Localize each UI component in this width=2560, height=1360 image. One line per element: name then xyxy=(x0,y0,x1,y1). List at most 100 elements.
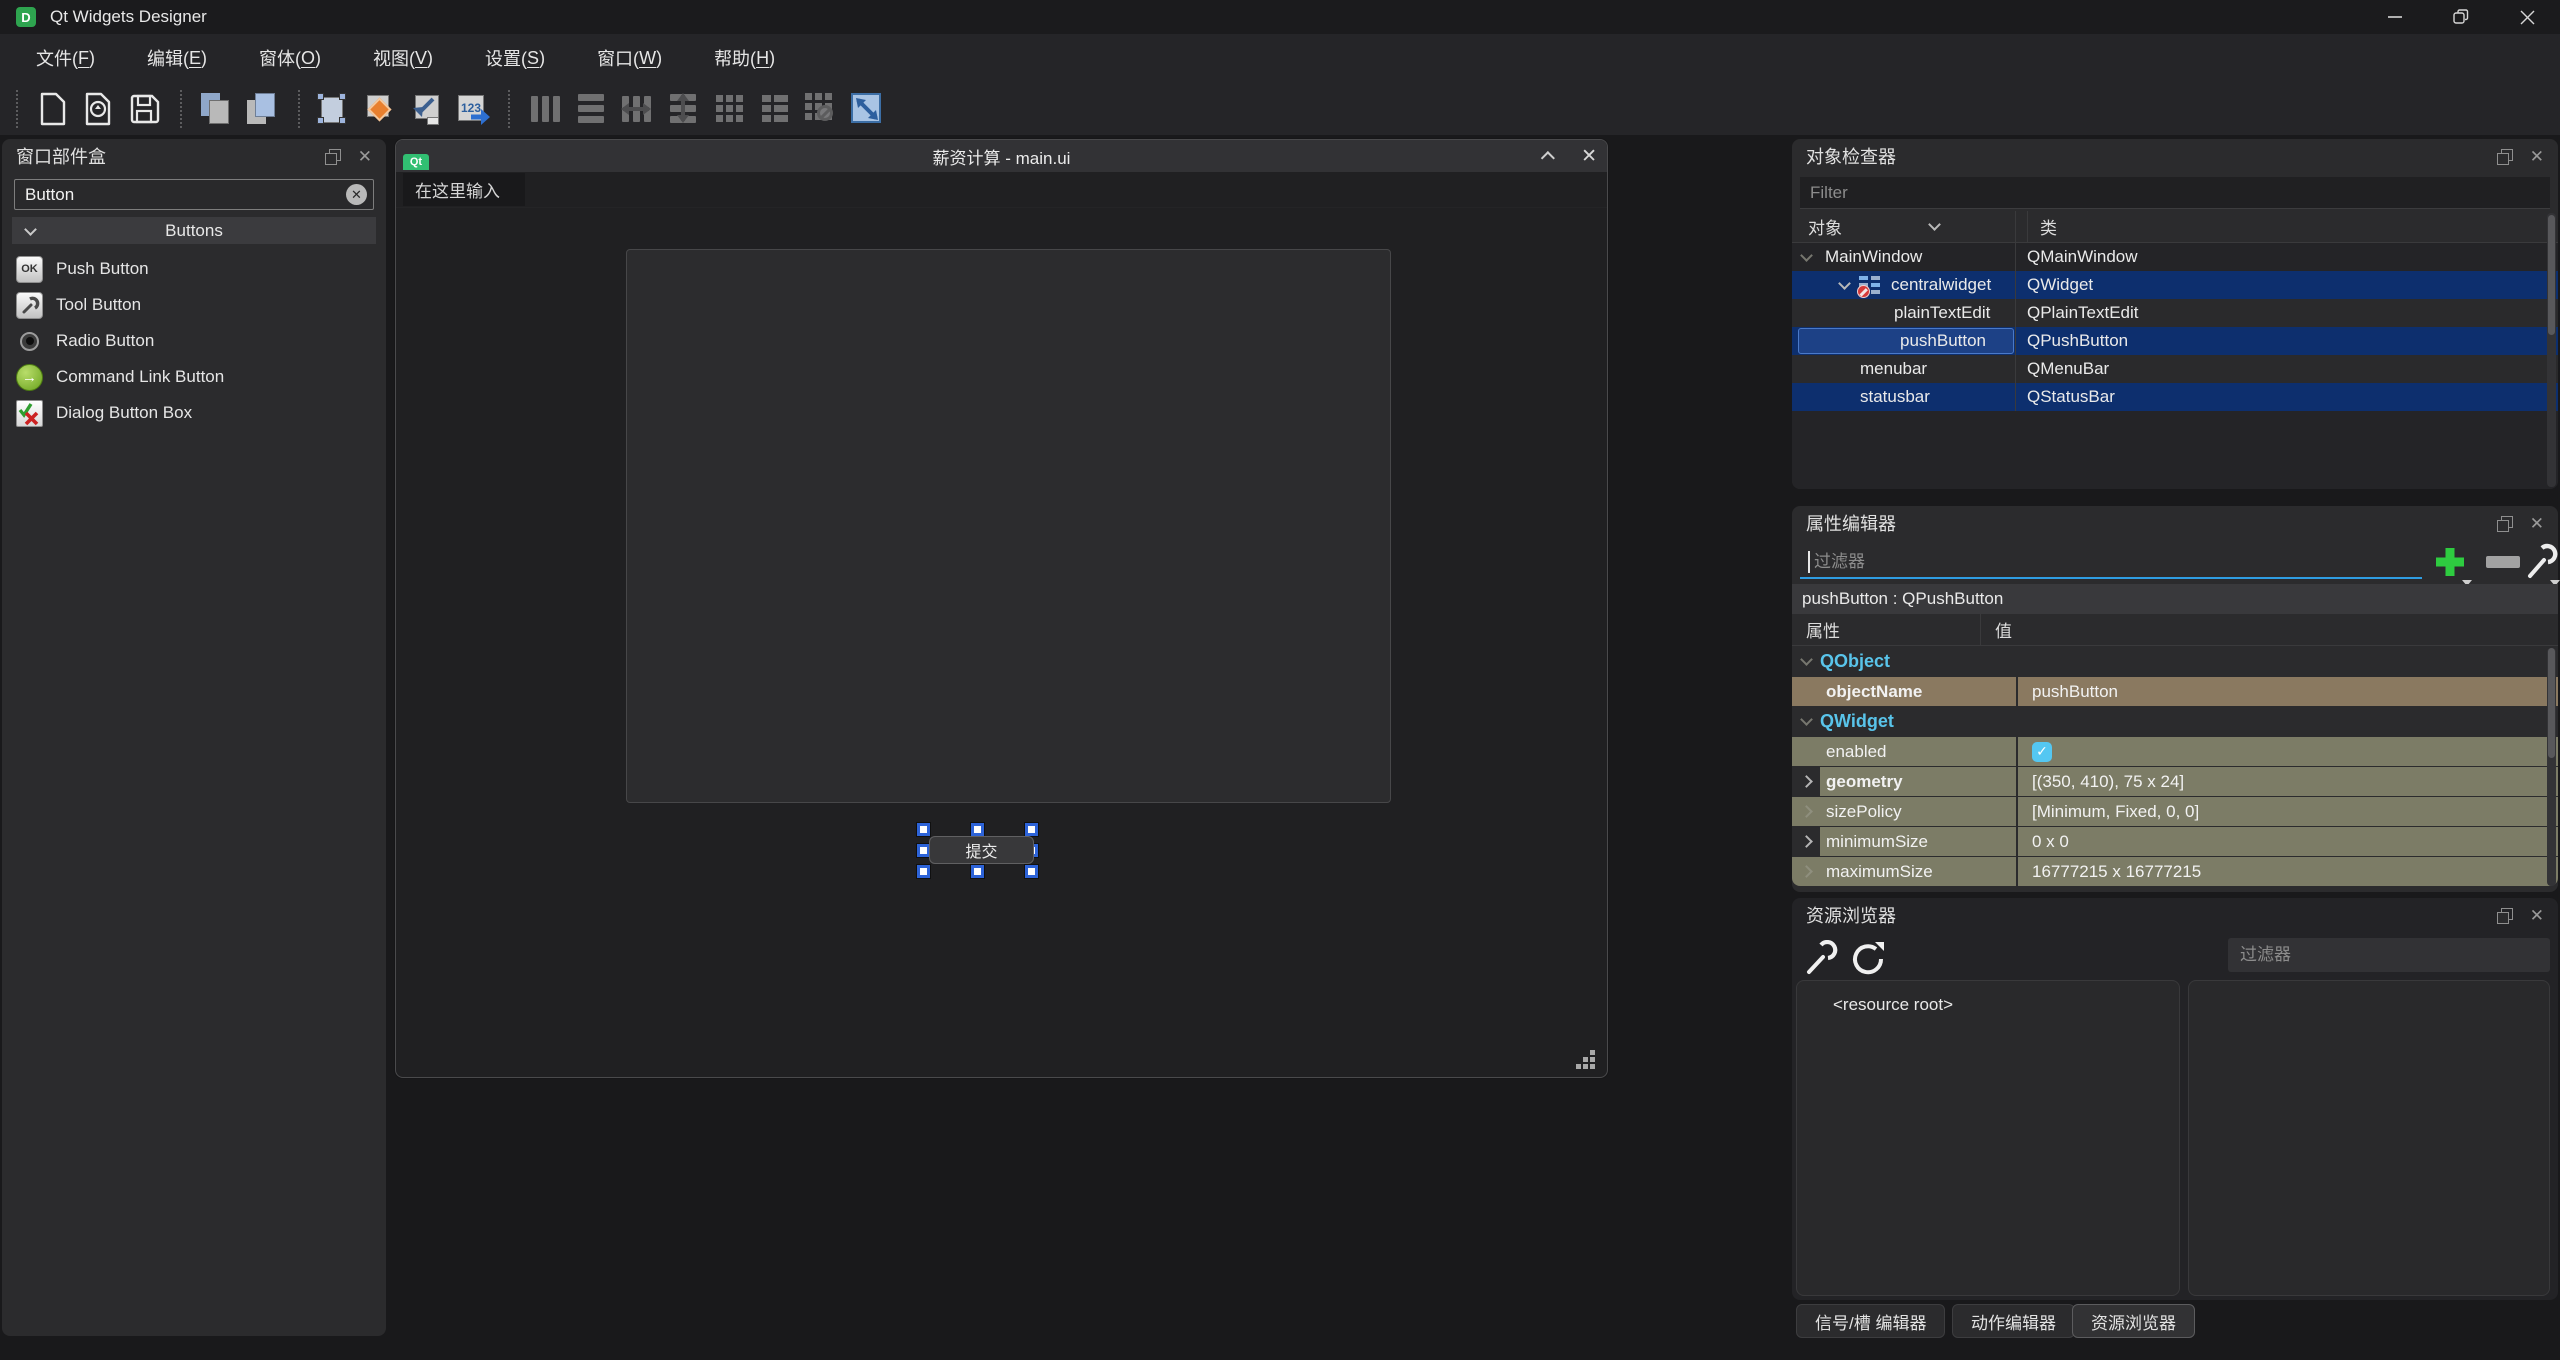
property-row-objectname[interactable]: objectName pushButton xyxy=(1792,676,2558,706)
add-property-button[interactable] xyxy=(2432,544,2472,584)
menu-view[interactable]: 视图(V) xyxy=(347,34,459,82)
form-title-bar[interactable]: Qt 薪资计算 - main.ui ✕ xyxy=(396,140,1607,172)
open-form-icon[interactable] xyxy=(76,87,122,131)
tree-row-plaintextedit[interactable]: plainTextEdit QPlainTextEdit xyxy=(1792,299,2558,327)
splitter-horizontal-icon[interactable] xyxy=(614,87,660,131)
property-settings-wrench-icon[interactable] xyxy=(2524,542,2558,580)
menu-form[interactable]: 窗体(O) xyxy=(233,34,347,82)
tree-row-menubar[interactable]: menubar QMenuBar xyxy=(1792,355,2558,383)
resize-handle-nw[interactable] xyxy=(917,823,930,836)
property-row-geometry[interactable]: geometry [(350, 410), 75 x 24] xyxy=(1792,766,2558,796)
enabled-checkbox[interactable]: ✓ xyxy=(2032,742,2052,762)
resize-handle-n[interactable] xyxy=(971,823,984,836)
resource-filter-input[interactable] xyxy=(2228,945,2550,965)
property-value: 0 x 0 xyxy=(2016,827,2558,856)
float-panel-icon[interactable] xyxy=(2497,908,2512,923)
inspector-scrollbar[interactable] xyxy=(2547,213,2556,487)
menu-file[interactable]: 文件(F) xyxy=(10,34,121,82)
property-row-maximumsize[interactable]: maximumSize 16777215 x 16777215 xyxy=(1792,856,2558,886)
tree-row-mainwindow[interactable]: MainWindow QMainWindow xyxy=(1792,243,2558,271)
widget-search-input[interactable] xyxy=(15,185,346,205)
resize-grip[interactable] xyxy=(1573,1047,1595,1069)
inspector-filter-box xyxy=(1800,177,2550,209)
resize-handle-sw[interactable] xyxy=(917,865,930,878)
remove-property-button[interactable] xyxy=(2486,556,2520,568)
new-form-icon[interactable] xyxy=(30,87,76,131)
tree-column-header[interactable]: 对象 类 xyxy=(1792,211,2558,243)
menu-window[interactable]: 窗口(W) xyxy=(571,34,688,82)
tab-resource-browser[interactable]: 资源浏览器 xyxy=(2072,1304,2195,1338)
property-row-minimumsize[interactable]: minimumSize 0 x 0 xyxy=(1792,826,2558,856)
resize-handle-ne[interactable] xyxy=(1025,823,1038,836)
layout-form-icon[interactable] xyxy=(752,87,798,131)
resource-browser-panel: 资源浏览器 ✕ <resource root> xyxy=(1792,898,2558,1300)
property-row-sizepolicy[interactable]: sizePolicy [Minimum, Fixed, 0, 0] xyxy=(1792,796,2558,826)
edit-resources-wrench-icon[interactable] xyxy=(1804,940,1840,976)
collapse-form-icon[interactable] xyxy=(1541,151,1555,165)
menu-help[interactable]: 帮助(H) xyxy=(688,34,801,82)
break-layout-icon[interactable] xyxy=(798,87,844,131)
close-panel-icon[interactable]: ✕ xyxy=(358,148,372,165)
green-arrow-icon: → xyxy=(16,364,43,391)
widget-box-title: 窗口部件盒 xyxy=(16,143,106,169)
close-button[interactable] xyxy=(2494,0,2560,34)
property-row-enabled[interactable]: enabled ✓ xyxy=(1792,736,2558,766)
float-panel-icon[interactable] xyxy=(2497,149,2512,164)
float-panel-icon[interactable] xyxy=(325,149,340,164)
property-column-header[interactable]: 属性 值 xyxy=(1792,614,2558,646)
property-scrollbar[interactable] xyxy=(2547,648,2556,886)
widget-item-push-button[interactable]: OK Push Button xyxy=(2,251,386,287)
layout-horizontal-icon[interactable] xyxy=(522,87,568,131)
expand-chevron-icon[interactable] xyxy=(1792,827,1820,856)
raise-widget-icon[interactable] xyxy=(194,87,240,131)
close-panel-icon[interactable]: ✕ xyxy=(2530,907,2544,924)
resource-tree-pane[interactable]: <resource root> xyxy=(1796,980,2180,1296)
widget-item-command-link-button[interactable]: → Command Link Button xyxy=(2,359,386,395)
widget-item-radio-button[interactable]: Radio Button xyxy=(2,323,386,359)
widget-item-tool-button[interactable]: Tool Button xyxy=(2,287,386,323)
expand-chevron-icon[interactable] xyxy=(1792,767,1820,796)
edit-buddies-icon[interactable] xyxy=(404,87,450,131)
resource-root-item[interactable]: <resource root> xyxy=(1797,981,2179,1015)
resize-handle-se[interactable] xyxy=(1025,865,1038,878)
resource-preview-pane[interactable] xyxy=(2188,980,2550,1296)
check-cross-icon xyxy=(16,400,43,427)
close-form-icon[interactable]: ✕ xyxy=(1581,145,1597,168)
toolbar-separator xyxy=(508,90,510,128)
plain-text-edit-widget[interactable] xyxy=(626,249,1391,803)
resize-handle-s[interactable] xyxy=(971,865,984,878)
splitter-vertical-icon[interactable] xyxy=(660,87,706,131)
adjust-size-icon[interactable] xyxy=(844,87,890,131)
submit-push-button[interactable]: 提交 xyxy=(929,836,1034,864)
property-group-qwidget[interactable]: QWidget xyxy=(1792,706,2558,736)
edit-signals-slots-icon[interactable] xyxy=(358,87,404,131)
tab-signal-slot-editor[interactable]: 信号/槽 编辑器 xyxy=(1796,1304,1945,1338)
resource-browser-title: 资源浏览器 xyxy=(1806,902,1896,928)
property-group-qobject[interactable]: QObject xyxy=(1792,646,2558,676)
category-buttons[interactable]: Buttons xyxy=(12,217,376,244)
menu-edit[interactable]: 编辑(E) xyxy=(121,34,233,82)
menu-settings[interactable]: 设置(S) xyxy=(459,34,571,82)
tree-row-statusbar[interactable]: statusbar QStatusBar xyxy=(1792,383,2558,411)
property-filter-input[interactable] xyxy=(1800,552,2422,572)
float-panel-icon[interactable] xyxy=(2497,516,2512,531)
close-panel-icon[interactable]: ✕ xyxy=(2530,148,2544,165)
widget-item-dialog-button-box[interactable]: Dialog Button Box xyxy=(2,395,386,431)
save-form-icon[interactable] xyxy=(122,87,168,131)
layout-grid-icon[interactable] xyxy=(706,87,752,131)
tree-row-centralwidget[interactable]: centralwidget QWidget xyxy=(1792,271,2558,299)
tree-row-pushbutton[interactable]: pushButton QPushButton xyxy=(1792,327,2558,355)
menu-type-here[interactable]: 在这里输入 xyxy=(403,173,525,206)
layout-vertical-icon[interactable] xyxy=(568,87,614,131)
lower-widget-icon[interactable] xyxy=(240,87,286,131)
close-panel-icon[interactable]: ✕ xyxy=(2530,515,2544,532)
tab-action-editor[interactable]: 动作编辑器 xyxy=(1952,1304,2075,1338)
inspector-filter-input[interactable] xyxy=(1800,183,2550,203)
edit-tab-order-icon[interactable]: 123 xyxy=(450,87,496,131)
restore-button[interactable] xyxy=(2428,0,2494,34)
clear-search-icon[interactable]: ✕ xyxy=(346,184,367,205)
edit-widgets-icon[interactable] xyxy=(312,87,358,131)
minimize-button[interactable] xyxy=(2362,0,2428,34)
object-inspector-title: 对象检查器 xyxy=(1806,143,1896,169)
reload-resources-icon[interactable] xyxy=(1850,940,1888,978)
